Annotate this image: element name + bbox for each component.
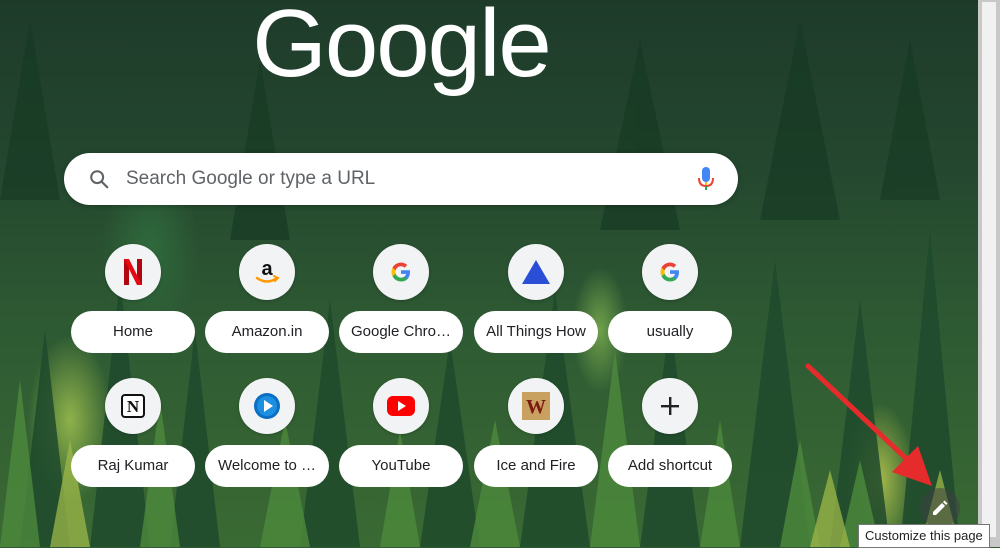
customize-button[interactable] [920, 488, 960, 528]
google-icon [391, 262, 410, 282]
search-box[interactable] [64, 153, 738, 205]
vertical-scrollbar[interactable] [978, 0, 1000, 547]
shortcut-tile-raj-kumar[interactable]: N Raj Kumar [71, 378, 195, 488]
red-arrow-annotation [805, 363, 932, 486]
shortcut-tile-add[interactable]: Add shortcut [608, 378, 732, 488]
shortcut-icon-circle[interactable] [508, 244, 564, 300]
add-shortcut-circle[interactable] [642, 378, 698, 434]
plus-icon [661, 397, 679, 415]
shortcut-icon-circle[interactable] [373, 378, 429, 434]
svg-text:a: a [261, 258, 273, 280]
shortcut-tile-youtube[interactable]: YouTube [339, 378, 463, 488]
shortcut-icon-circle[interactable]: a [239, 244, 295, 300]
allthingshow-icon [522, 260, 550, 284]
svg-text:W: W [526, 396, 546, 418]
scrollbar-thumb[interactable] [982, 2, 996, 537]
customize-tooltip: Customize this page [858, 524, 990, 548]
amazon-icon: a [255, 258, 280, 283]
shortcut-tile-usually[interactable]: usually [608, 244, 732, 354]
shortcut-tile-all-things-how[interactable]: All Things How [474, 244, 598, 354]
shortcut-icon-circle[interactable] [373, 244, 429, 300]
google-icon [660, 262, 679, 282]
shortcut-label[interactable]: Raj Kumar [71, 445, 195, 487]
netflix-icon [124, 259, 142, 285]
shortcut-label[interactable]: YouTube [339, 445, 463, 487]
google-logo: Google [252, 0, 552, 97]
shortcut-tile-amazon[interactable]: a Amazon.in [205, 244, 329, 354]
shortcut-icon-circle[interactable]: N [105, 378, 161, 434]
shortcut-tile-ice-and-fire[interactable]: W Ice and Fire [474, 378, 598, 488]
shortcut-label[interactable]: All Things How [474, 311, 598, 353]
shortcut-label[interactable]: Home [71, 311, 195, 353]
shortcut-icon-circle[interactable]: W [508, 378, 564, 434]
shortcut-label[interactable]: usually [608, 311, 732, 353]
youtube-icon [387, 396, 415, 416]
shortcut-label[interactable]: Welcome to … [205, 445, 329, 487]
shortcut-icon-circle[interactable] [105, 244, 161, 300]
shortcut-tile-home[interactable]: Home [71, 244, 195, 354]
play-icon [254, 393, 280, 419]
shortcut-label[interactable]: Amazon.in [205, 311, 329, 353]
mic-icon[interactable] [696, 166, 716, 192]
shortcut-icon-circle[interactable] [239, 378, 295, 434]
shortcut-icon-circle[interactable] [642, 244, 698, 300]
shortcut-label[interactable]: Ice and Fire [474, 445, 598, 487]
shortcut-tile-google-chrome[interactable]: Google Chro… [339, 244, 463, 354]
search-input[interactable] [126, 153, 686, 205]
shortcut-tile-welcome[interactable]: Welcome to … [205, 378, 329, 488]
shortcut-label[interactable]: Add shortcut [608, 445, 732, 487]
notion-icon: N [121, 394, 145, 418]
search-icon [90, 170, 109, 189]
svg-text:N: N [127, 397, 140, 416]
shortcut-label[interactable]: Google Chro… [339, 311, 463, 353]
ice-and-fire-icon: W [522, 392, 550, 420]
pencil-icon [933, 500, 948, 515]
